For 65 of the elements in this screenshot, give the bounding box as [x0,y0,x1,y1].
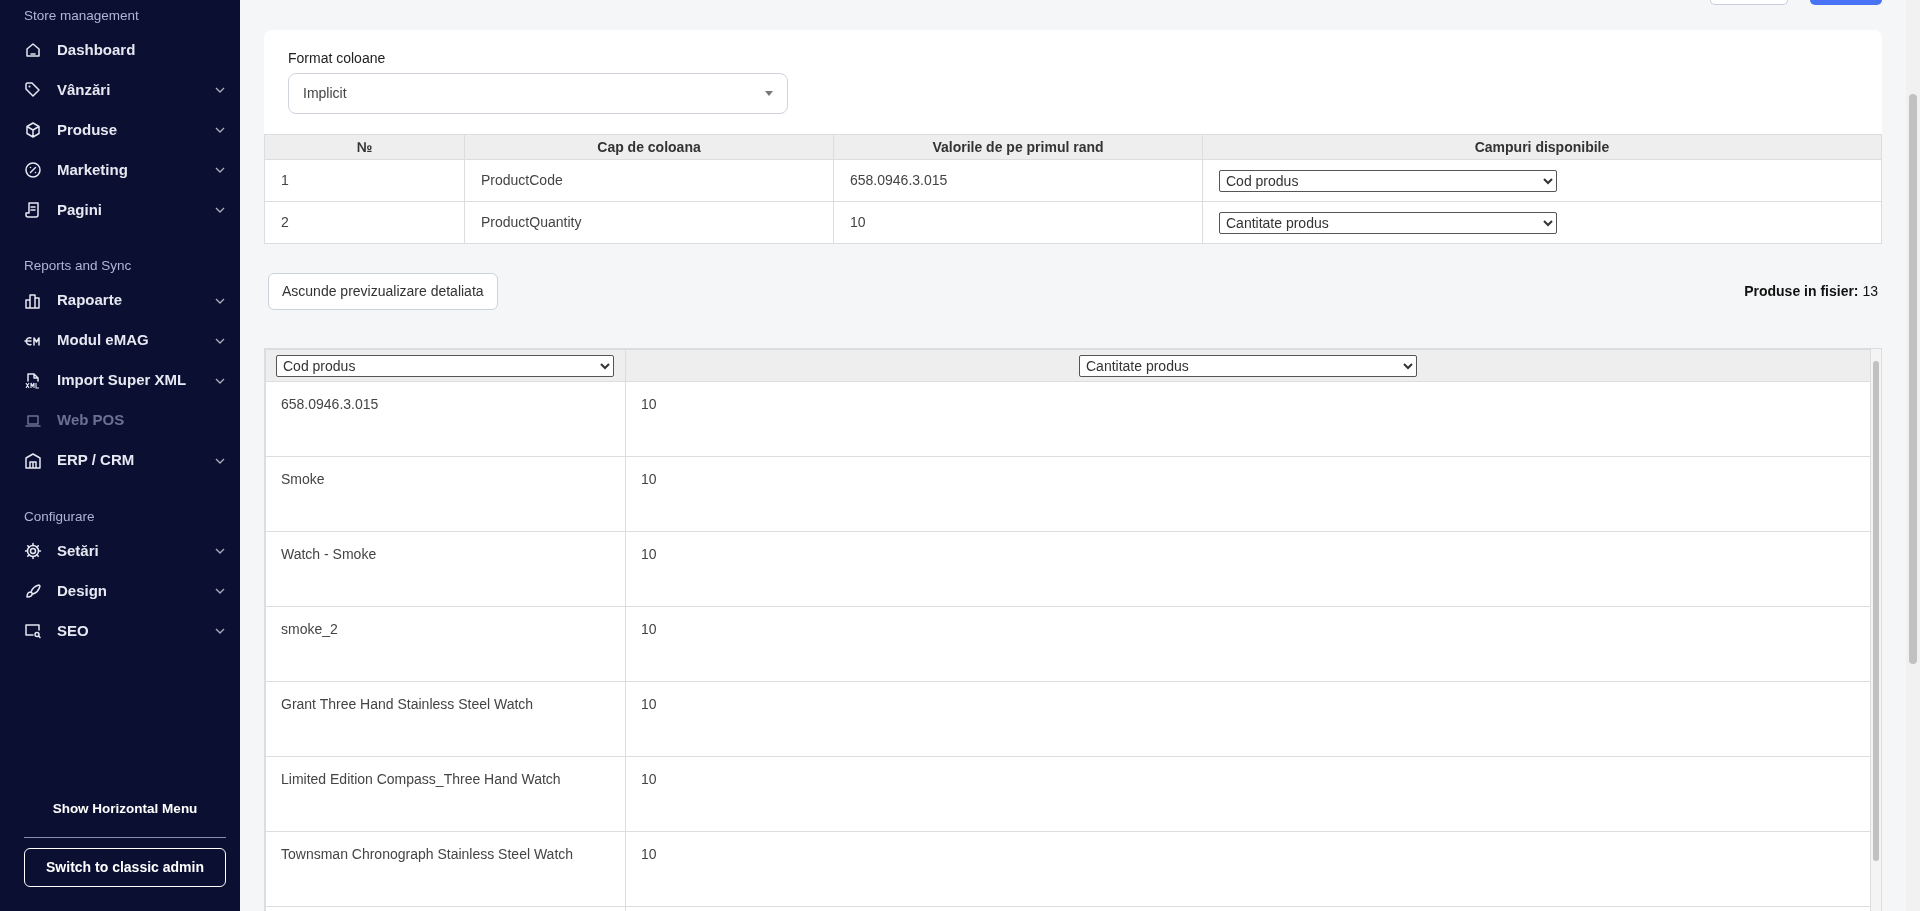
sidebar-item[interactable]: Marketing [24,150,226,191]
document-icon [24,201,42,220]
table-cell: 10 [833,201,1203,244]
table-cell: ProductCode [464,159,834,202]
scrollbar[interactable] [1871,349,1881,911]
section-title: Configurare [24,507,96,526]
brush-icon [24,581,42,600]
table-cell: 1 [264,159,465,202]
section-title: Store management [24,7,140,25]
sidebar-item[interactable]: Setări [24,530,226,571]
sidebar-item[interactable]: Modul eMAG [24,320,226,361]
tag-icon [24,81,42,100]
page-scrollbar[interactable] [1906,0,1920,911]
caret-icon [765,91,773,96]
table-cell: ProductQuantity [464,201,834,244]
table-cell: 10 [625,606,1871,682]
toolbar-button[interactable] [1710,0,1788,5]
classic-admin-button[interactable]: Switch to classic admin [24,848,226,887]
sidebar-item[interactable]: Design [24,570,226,611]
sidebar-item[interactable]: Dashboard [24,30,226,71]
table-cell: Grant Three Hand Stainless Steel Watch [265,681,626,757]
sidebar-item[interactable]: Import Super XML [24,360,226,401]
search-monitor-icon [24,621,42,640]
primary-button[interactable] [1810,0,1882,5]
hide-preview-button[interactable]: Ascunde previzualizare detaliata [268,273,498,310]
sidebar-item[interactable]: ERP / CRM [24,440,226,481]
table-cell: 10 [625,831,1871,907]
settings-icon [24,541,42,560]
column-header: Cap de coloana [464,134,834,160]
box-icon [24,121,42,140]
column-header: № [264,134,465,160]
field-label: Format coloane [288,49,387,68]
table-cell: 10 [625,756,1871,832]
percent-badge-icon [24,161,42,180]
sidebar-item[interactable]: Rapoarte [24,280,226,321]
sidebar-item[interactable]: Pagini [24,190,226,231]
product-count: Produse in fisier: 13 [1744,282,1878,301]
field-select[interactable]: Cod produs [1219,169,1557,192]
xml-file-icon [24,371,42,390]
horizontal-menu-link[interactable]: Show Horizontal Menu [24,798,226,819]
column-header: Campuri disponibile [1202,134,1882,160]
format-select[interactable]: Implicit [288,73,788,114]
home-icon [24,41,42,60]
table-cell: smoke_2 [265,606,626,682]
table-cell: 10 [625,531,1871,607]
table-cell: Limited Edition Compass_Three Hand Watch [265,756,626,832]
bar-chart-icon [24,291,42,310]
table-cell: 10 [625,456,1871,532]
building-icon [24,451,42,470]
field-select[interactable]: Cantitate produs [1079,354,1417,377]
table-cell: 10 [625,681,1871,757]
table-cell: 2 [264,201,465,244]
table-cell: Watch - Smoke [265,531,626,607]
table-cell: 658.0946.3.015 [265,381,626,457]
sidebar-item[interactable]: Produse [24,110,226,151]
field-select[interactable]: Cantitate produs [1219,211,1557,234]
sidebar-item[interactable]: SEO [24,610,226,651]
sidebar-item[interactable]: Vânzări [24,70,226,111]
table-cell: Smoke [265,456,626,532]
section-title: Reports and Sync [24,257,133,276]
field-select[interactable]: Cod produs [276,354,614,377]
table-cell: Townsman Chronograph Stainless Steel Watch [265,831,626,907]
table-cell: 658.0946.3.015 [833,159,1203,202]
column-header: Valorile de pe primul rand [833,134,1203,160]
table-cell: 10 [625,381,1871,457]
